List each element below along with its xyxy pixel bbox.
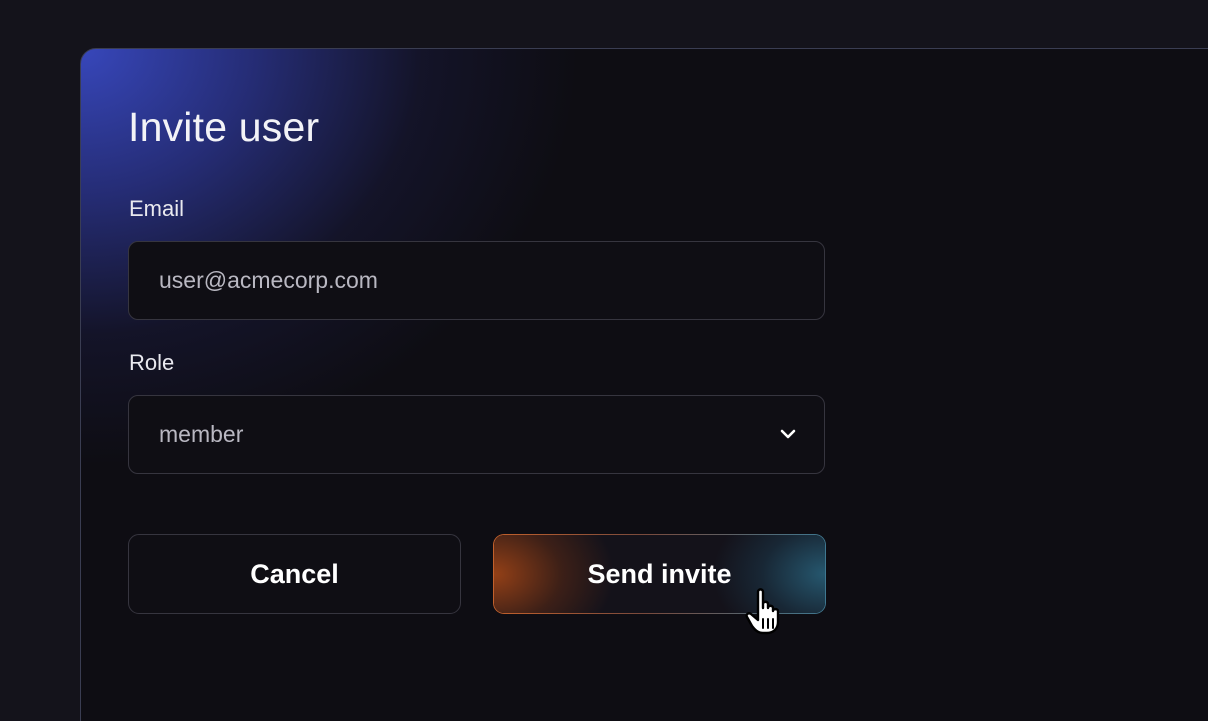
email-field-container (128, 241, 825, 320)
role-select-value: member (159, 421, 244, 447)
email-field[interactable] (129, 242, 824, 319)
email-label: Email (129, 196, 185, 221)
cancel-button[interactable]: Cancel (128, 534, 461, 614)
hand-pointer-icon (745, 588, 780, 635)
cancel-button-label: Cancel (250, 558, 339, 589)
page: Invite user Email Role member Cancel Sen… (0, 0, 1208, 721)
role-select[interactable]: member (128, 395, 825, 474)
role-label: Role (129, 350, 175, 375)
dialog-title: Invite user (128, 104, 320, 150)
chevron-down-icon (780, 429, 796, 439)
send-invite-button-label: Send invite (587, 558, 732, 589)
